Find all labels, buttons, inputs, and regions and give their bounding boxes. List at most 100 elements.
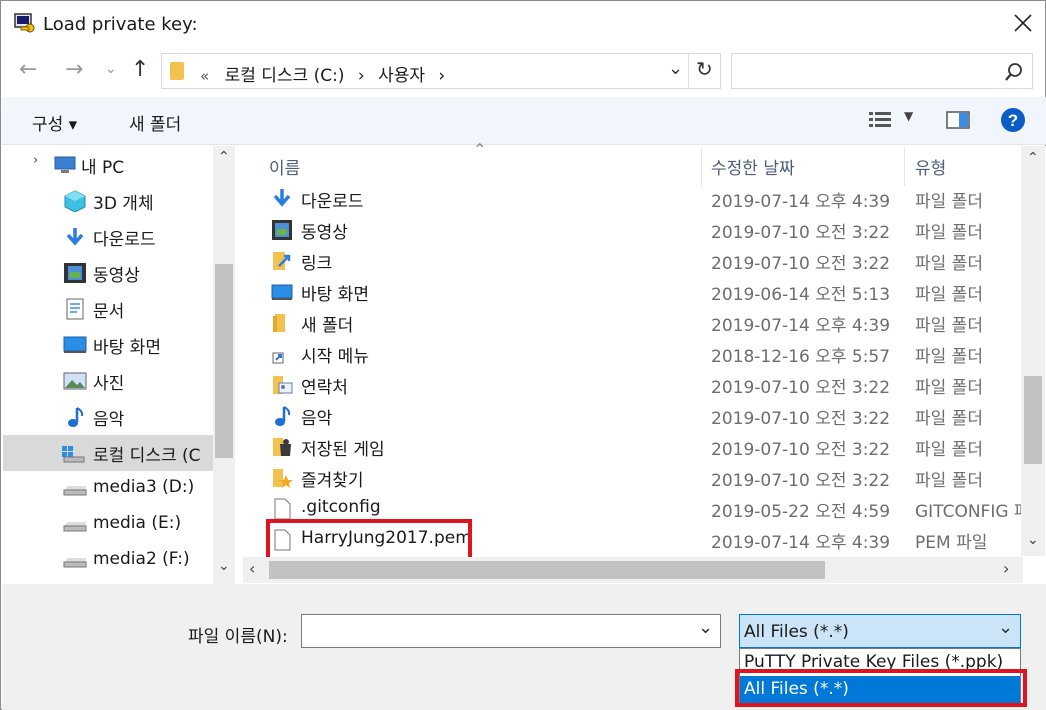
- sidebar-item-videos[interactable]: 동영상: [3, 255, 213, 291]
- chevron-down-icon: ⌄: [105, 61, 117, 77]
- file-type: 파일 폴더: [915, 316, 983, 336]
- cube-icon: [64, 190, 86, 212]
- scroll-up-icon[interactable]: ⌃: [1027, 150, 1039, 166]
- up-button[interactable]: ↑: [131, 57, 149, 82]
- caret-down-icon: ▼: [904, 109, 914, 123]
- breadcrumb-local-disk[interactable]: 로컬 디스크 (C:): [225, 66, 345, 86]
- drive-icon: [63, 558, 87, 568]
- file-type: 파일 폴더: [915, 409, 983, 429]
- column-header-date[interactable]: 수정한 날짜: [711, 154, 795, 179]
- file-date: 2019-07-10 오전 3:22: [711, 440, 891, 460]
- dialog-footer: 파일 이름(N): ⌄ All Files (*.*) ⌄ PuTTY Priv…: [2, 584, 1046, 710]
- command-toolbar: 구성 ▾ 새 폴더 ▼ ?: [2, 97, 1046, 145]
- table-row[interactable]: 바탕 화면 2019-06-14 오전 5:13 파일 폴더: [239, 277, 1019, 308]
- breadcrumb: « 로컬 디스크 (C:) › 사용자 ›: [200, 61, 445, 86]
- breadcrumb-users[interactable]: 사용자: [378, 66, 425, 86]
- column-header-type[interactable]: 유형: [915, 154, 946, 179]
- address-dropdown-button[interactable]: ⌄: [668, 58, 683, 79]
- breadcrumb-separator[interactable]: ›: [438, 66, 445, 86]
- close-icon: [1014, 14, 1032, 32]
- table-row[interactable]: 링크 2019-07-10 오전 3:22 파일 폴더: [239, 246, 1019, 277]
- search-icon: [1005, 63, 1022, 81]
- video-folder-icon: [272, 220, 292, 240]
- file-list-vscrollbar[interactable]: ⌃ ⌄: [1021, 146, 1045, 556]
- sidebar-scrollbar[interactable]: ⌃ ⌄: [213, 146, 235, 584]
- sidebar-item-documents[interactable]: 문서: [3, 291, 213, 327]
- scrollbar-thumb[interactable]: [1024, 376, 1042, 464]
- view-details-icon[interactable]: [868, 109, 892, 131]
- file-date: 2019-06-14 오전 5:13: [711, 285, 891, 305]
- sidebar-item-local-disk-c[interactable]: 로컬 디스크 (C: [3, 435, 213, 471]
- music-note-icon: [68, 407, 84, 427]
- file-type-select[interactable]: All Files (*.*) ⌄: [739, 614, 1021, 648]
- sidebar-item-label: 다운로드: [93, 230, 156, 250]
- file-date: 2019-07-10 오전 3:22: [711, 409, 891, 429]
- breadcrumb-separator[interactable]: ›: [358, 66, 365, 86]
- shortcut-icon: [272, 352, 284, 364]
- scroll-down-icon[interactable]: ⌄: [1027, 532, 1039, 548]
- recent-locations-button[interactable]: ⌄: [105, 61, 117, 77]
- forward-button[interactable]: →: [65, 57, 83, 82]
- sidebar-item-music[interactable]: 음악: [3, 399, 213, 435]
- sidebar-item-media2-f[interactable]: media2 (F:): [3, 543, 213, 579]
- scroll-down-icon[interactable]: ⌄: [218, 558, 230, 574]
- file-date: 2019-07-14 오후 4:39: [711, 533, 891, 553]
- filename-input[interactable]: ⌄: [301, 614, 721, 648]
- search-input[interactable]: [731, 53, 1033, 89]
- download-arrow-icon: [66, 228, 84, 246]
- file-type: 파일 폴더: [915, 347, 983, 367]
- sidebar-item-label: 동영상: [93, 266, 140, 286]
- sidebar-item-downloads[interactable]: 다운로드: [3, 219, 213, 255]
- file-list-hscrollbar[interactable]: ‹ ›: [243, 557, 1023, 583]
- sidebar-item-pictures[interactable]: 사진: [3, 363, 213, 399]
- preview-pane-icon[interactable]: [946, 109, 970, 131]
- column-header-name[interactable]: 이름: [269, 154, 300, 179]
- file-type: 파일 폴더: [915, 254, 983, 274]
- table-row[interactable]: 다운로드 2019-07-14 오후 4:39 파일 폴더: [239, 184, 1019, 215]
- svg-text:?: ?: [1008, 111, 1018, 130]
- file-date: 2018-12-16 오후 5:57: [711, 347, 891, 367]
- scrollbar-thumb[interactable]: [215, 264, 233, 458]
- sidebar-item-label: 3D 개체: [93, 194, 154, 214]
- file-type: 파일 폴더: [915, 471, 983, 491]
- scroll-right-icon[interactable]: ›: [1003, 559, 1009, 578]
- view-options-button[interactable]: ▼: [904, 109, 913, 123]
- file-name: 음악: [301, 409, 333, 429]
- film-icon: [64, 263, 86, 283]
- music-folder-icon: [275, 406, 291, 426]
- close-button[interactable]: [1007, 7, 1039, 39]
- table-row[interactable]: 음악 2019-07-10 오전 3:22 파일 폴더: [239, 401, 1019, 432]
- file-list: ⌃ 이름 수정한 날짜 유형 다운로드 2019-07-14 오후 4:39 파…: [239, 140, 1046, 584]
- file-name: 바탕 화면: [301, 285, 369, 305]
- table-row[interactable]: 시작 메뉴 2018-12-16 오후 5:57 파일 폴더: [239, 339, 1019, 370]
- new-folder-button[interactable]: 새 폴더: [129, 110, 181, 135]
- sidebar-item-media3-d[interactable]: media3 (D:): [3, 471, 213, 507]
- table-row[interactable]: 저장된 게임 2019-07-10 오전 3:22 파일 폴더: [239, 432, 1019, 463]
- sidebar-item-3d-objects[interactable]: 3D 개체: [3, 183, 213, 219]
- breadcrumb-overflow[interactable]: «: [200, 67, 209, 85]
- sidebar-item-this-pc[interactable]: › 내 PC: [3, 147, 213, 183]
- column-divider: [701, 148, 702, 186]
- download-folder-icon: [273, 189, 291, 207]
- organize-button[interactable]: 구성 ▾: [32, 110, 77, 135]
- refresh-button[interactable]: ↻: [696, 57, 713, 81]
- table-row[interactable]: 동영상 2019-07-10 오전 3:22 파일 폴더: [239, 215, 1019, 246]
- links-folder-icon: [273, 252, 291, 270]
- help-icon[interactable]: ?: [1000, 107, 1026, 133]
- table-row[interactable]: 즐겨찾기 2019-07-10 오전 3:22 파일 폴더: [239, 463, 1019, 494]
- highlight-box: [266, 519, 472, 561]
- address-bar[interactable]: « 로컬 디스크 (C:) › 사용자 › ⌄ ↻: [161, 53, 721, 89]
- back-button[interactable]: ←: [19, 57, 37, 82]
- sidebar-item-label: 로컬 디스크 (C: [93, 446, 201, 466]
- sidebar-item-desktop[interactable]: 바탕 화면: [3, 327, 213, 363]
- table-row[interactable]: 새 폴더 2019-07-14 오후 4:39 파일 폴더: [239, 308, 1019, 339]
- scroll-left-icon[interactable]: ‹: [249, 559, 255, 578]
- scrollbar-thumb[interactable]: [269, 561, 825, 579]
- table-row[interactable]: 연락처 2019-07-10 오전 3:22 파일 폴더: [239, 370, 1019, 401]
- scroll-up-icon[interactable]: ⌃: [218, 149, 230, 165]
- file-name: 즐겨찾기: [301, 471, 364, 491]
- chevron-down-icon[interactable]: ⌄: [698, 617, 713, 638]
- sidebar-item-media-e[interactable]: media (E:): [3, 507, 213, 543]
- arrow-left-icon: ←: [19, 57, 38, 82]
- file-date: 2019-07-10 오전 3:22: [711, 378, 891, 398]
